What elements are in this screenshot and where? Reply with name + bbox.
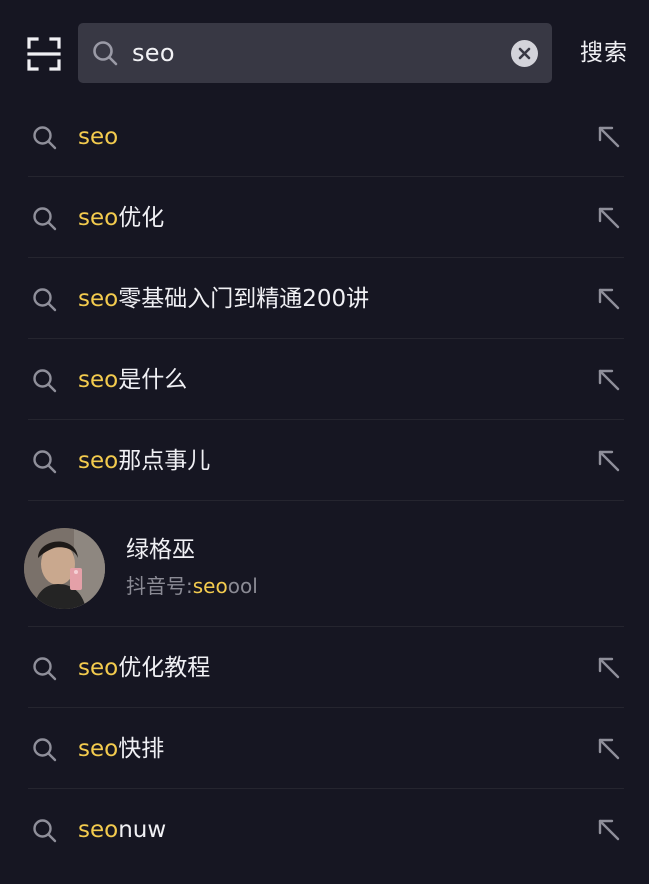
suggestion-text: seo快排 [78, 736, 165, 762]
clear-icon[interactable] [511, 40, 538, 67]
search-icon [31, 367, 58, 394]
suggestion-text: seo [78, 124, 119, 150]
fill-in-arrow-icon[interactable] [596, 205, 622, 231]
search-icon [91, 39, 119, 67]
fill-in-arrow-icon[interactable] [596, 367, 622, 393]
suggestion-item[interactable]: seo那点事儿 [0, 420, 649, 501]
search-icon [31, 124, 58, 151]
status-bar-remnant [0, 0, 649, 8]
search-icon [31, 286, 58, 313]
user-douyin-id: 抖音号:seoool [126, 574, 258, 598]
search-button[interactable]: 搜索 [580, 39, 628, 67]
suggestion-item[interactable]: seo优化 [0, 177, 649, 258]
fill-in-arrow-icon[interactable] [596, 448, 622, 474]
suggestion-item[interactable]: seo优化教程 [0, 627, 649, 708]
suggestion-item[interactable]: seo快排 [0, 708, 649, 789]
fill-in-arrow-icon[interactable] [596, 736, 622, 762]
suggestion-item[interactable]: seo [0, 96, 649, 177]
avatar[interactable] [24, 528, 105, 609]
suggestion-text: seo那点事儿 [78, 448, 211, 474]
suggestion-list: seo seo优化 seo零基础入门到精通200讲 seo是什么 seo那点事儿… [0, 96, 649, 870]
user-name: 绿格巫 [126, 537, 195, 563]
search-header: seo 搜索 [0, 22, 649, 84]
fill-in-arrow-icon[interactable] [596, 286, 622, 312]
suggestion-item[interactable]: seo是什么 [0, 339, 649, 420]
search-icon [31, 736, 58, 763]
search-icon [31, 817, 58, 844]
suggestion-text: seonuw [78, 817, 167, 843]
suggestion-item[interactable]: seonuw [0, 789, 649, 870]
search-query-text[interactable]: seo [132, 39, 175, 67]
search-icon [31, 205, 58, 232]
search-icon [31, 448, 58, 475]
suggestion-text: seo优化 [78, 205, 165, 231]
suggestion-text: seo优化教程 [78, 655, 211, 681]
suggestion-text: seo是什么 [78, 367, 188, 393]
user-result-item[interactable]: 绿格巫 抖音号:seoool [0, 501, 649, 627]
search-icon [31, 655, 58, 682]
fill-in-arrow-icon[interactable] [596, 124, 622, 150]
fill-in-arrow-icon[interactable] [596, 655, 622, 681]
suggestion-item[interactable]: seo零基础入门到精通200讲 [0, 258, 649, 339]
scan-icon[interactable] [26, 36, 62, 72]
fill-in-arrow-icon[interactable] [596, 817, 622, 843]
search-input[interactable]: seo [78, 23, 552, 83]
suggestion-text: seo零基础入门到精通200讲 [78, 286, 370, 312]
